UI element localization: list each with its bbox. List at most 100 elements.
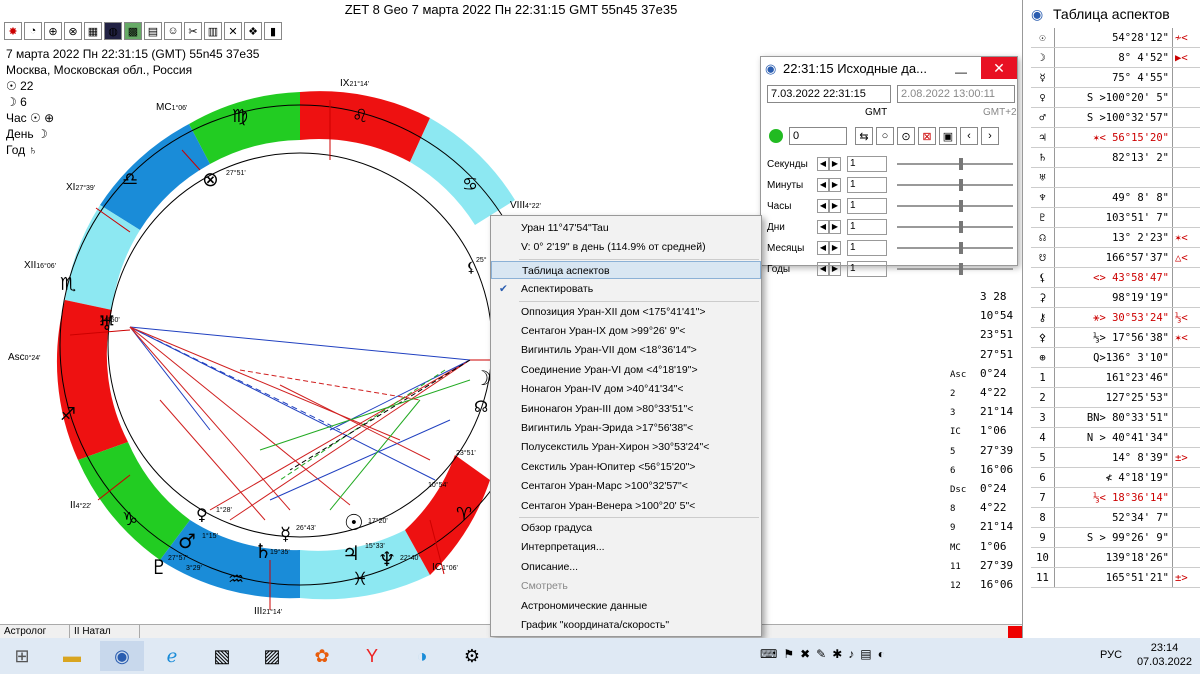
step-counter[interactable]: 0 [789, 127, 847, 145]
step-value-input[interactable]: 1 [847, 177, 887, 193]
table-icon[interactable]: ▤ [144, 22, 162, 40]
chart-icon[interactable]: ◔ [24, 22, 42, 40]
prev-icon[interactable]: ‹ [960, 127, 978, 145]
source-data-window[interactable]: ◉ 22:31:15 Исходные да... — ✕ 7.03.2022 … [760, 56, 1018, 277]
menu-item[interactable]: Секстиль Уран-Юпитер <56°15'20"> [491, 458, 761, 476]
step-slider[interactable] [897, 179, 1013, 191]
step-value-input[interactable]: 1 [847, 156, 887, 172]
slider-knob[interactable] [959, 263, 963, 275]
menu-item[interactable]: Соединение Уран-VI дом <4°18'19"> [491, 361, 761, 379]
aspect-row[interactable]: 6 ≮ 4°18'19" [1031, 468, 1200, 488]
aspect-row[interactable]: ♀ S >100°20' 5" [1031, 88, 1200, 108]
step-right-icon[interactable]: ▶ [829, 157, 841, 171]
aspect-row[interactable]: 9S > 99°26' 9" [1031, 528, 1200, 548]
step-right-icon[interactable]: ▶ [829, 262, 841, 276]
box-icon[interactable]: ⊠ [918, 127, 936, 145]
aspect-row[interactable]: ☉ 54°28'12" ≁< [1031, 28, 1200, 48]
puzzle-icon[interactable]: ❖ [244, 22, 262, 40]
aspect-row[interactable]: 8 52°34' 7" [1031, 508, 1200, 528]
menu-item[interactable]: Обзор градуса [491, 519, 761, 537]
yandex-icon[interactable]: Y [350, 641, 394, 671]
graph-icon[interactable]: ▥ [204, 22, 222, 40]
compare-icon[interactable]: ⊗ [64, 22, 82, 40]
cycle-icon[interactable]: ⇆ [855, 127, 873, 145]
step-value-input[interactable]: 1 [847, 219, 887, 235]
step-value-input[interactable]: 1 [847, 198, 887, 214]
menu-item[interactable]: Вигинтиль Уран-Эрида >17°56'38"< [491, 419, 761, 437]
aspect-row[interactable]: ⚳ 98°19'19" [1031, 288, 1200, 308]
step-right-icon[interactable]: ▶ [829, 199, 841, 213]
media-icon[interactable]: ✿ [300, 641, 344, 671]
menu-item[interactable]: Вигинтиль Уран-VII дом <18°36'14"> [491, 341, 761, 359]
tools-icon[interactable]: ✕ [224, 22, 242, 40]
step-left-icon[interactable]: ◀ [817, 262, 829, 276]
clock[interactable]: 23:14 07.03.2022 [1137, 641, 1192, 669]
step-right-icon[interactable]: ▶ [829, 241, 841, 255]
star-icon[interactable]: ✸ [4, 22, 22, 40]
aspect-row[interactable]: ⚴ ⅓> 17°56'38" ✶< [1031, 328, 1200, 348]
slider-knob[interactable] [959, 242, 963, 254]
aspect-row[interactable]: ⚷ ⚹> 30°53'24" ⅓< [1031, 308, 1200, 328]
aspect-row[interactable]: 2 127°25'53" [1031, 388, 1200, 408]
minimize-button[interactable]: — [955, 60, 969, 84]
step-left-icon[interactable]: ◀ [817, 199, 829, 213]
grid-icon[interactable]: ▦ [84, 22, 102, 40]
menu-item[interactable]: Бинонагон Уран-III дом >80°33'51"< [491, 400, 761, 418]
edge-icon[interactable]: ◑ [400, 641, 444, 671]
next-icon[interactable]: › [981, 127, 999, 145]
step-left-icon[interactable]: ◀ [817, 220, 829, 234]
step-value-input[interactable]: 1 [847, 240, 887, 256]
step-left-icon[interactable]: ◀ [817, 178, 829, 192]
slider-knob[interactable] [959, 221, 963, 233]
menu-item[interactable]: Описание... [491, 558, 761, 576]
aspect-row[interactable]: ⚸ <> 43°58'47" [1031, 268, 1200, 288]
viewer-icon[interactable]: ▨ [250, 641, 294, 671]
aspect-row[interactable]: ⊕ Q>136° 3'10" [1031, 348, 1200, 368]
step-value-input[interactable]: 1 [847, 261, 887, 277]
settings-app-icon[interactable]: ⚙ [450, 641, 494, 671]
go-icon[interactable] [769, 129, 783, 143]
step-slider[interactable] [897, 158, 1013, 170]
aspect-row[interactable]: ☿ 75° 4'55" [1031, 68, 1200, 88]
aspect-row[interactable]: ♄ 82°13' 2" [1031, 148, 1200, 168]
menu-item[interactable]: ✔ Аспектировать [491, 280, 761, 298]
wheel-icon[interactable]: ⊕ [44, 22, 62, 40]
aspect-row[interactable]: 7 ⅓< 18°36'14" [1031, 488, 1200, 508]
slider-knob[interactable] [959, 179, 963, 191]
aspect-row[interactable]: ♆ 49° 8' 8" [1031, 188, 1200, 208]
globe-icon[interactable]: ◍ [104, 22, 122, 40]
menu-item[interactable]: Астрономические данные [491, 597, 761, 615]
aspect-row[interactable]: 4N > 40°41'34" [1031, 428, 1200, 448]
image-app-icon[interactable]: ▧ [200, 641, 244, 671]
aspect-row[interactable]: ♇ 103°51' 7" [1031, 208, 1200, 228]
menu-item[interactable]: Оппозиция Уран-XII дом <175°41'41"> [491, 303, 761, 321]
aspect-row[interactable]: 10 139°18'26" [1031, 548, 1200, 568]
date-field-1[interactable]: 7.03.2022 22:31:15 [767, 85, 891, 103]
explorer-icon[interactable]: ▬ [50, 641, 94, 671]
start-icon[interactable]: ⊞ [0, 641, 44, 671]
date-field-2[interactable]: 2.08.2022 13:00:11 [897, 85, 1015, 103]
step-slider[interactable] [897, 263, 1013, 275]
ie-icon[interactable]: ℯ [150, 641, 194, 671]
aspect-row[interactable]: 5 14° 8'39" ±> [1031, 448, 1200, 468]
target-icon[interactable]: ⊙ [897, 127, 915, 145]
aspect-row[interactable]: ☊ 13° 2'23" ✶< [1031, 228, 1200, 248]
menu-item[interactable]: Нонагон Уран-IV дом >40°41'34"< [491, 380, 761, 398]
slider-knob[interactable] [959, 158, 963, 170]
menu-item[interactable]: Интерпретация... [491, 538, 761, 556]
menu-item[interactable]: Сентагон Уран-IX дом >99°26' 9"< [491, 322, 761, 340]
menu-item[interactable]: Сентагон Уран-Венера >100°20' 5"< [491, 497, 761, 515]
aspect-row[interactable]: ♂ S >100°32'57" [1031, 108, 1200, 128]
aspect-row[interactable]: 3 BN> 80°33'51" [1031, 408, 1200, 428]
menu-item[interactable]: Уран 11°47'54"Tau [491, 219, 761, 237]
menu-item[interactable]: Полусекстиль Уран-Хирон >30°53'24"< [491, 438, 761, 456]
step-slider[interactable] [897, 221, 1013, 233]
aspect-row[interactable]: 11 165°51'21" ±> [1031, 568, 1200, 588]
aspect-row[interactable]: ☋ 166°57'37" △< [1031, 248, 1200, 268]
step-right-icon[interactable]: ▶ [829, 178, 841, 192]
close-button[interactable]: ✕ [981, 57, 1017, 79]
menu-item[interactable]: Таблица аспектов [491, 260, 761, 279]
step-left-icon[interactable]: ◀ [817, 241, 829, 255]
map-icon[interactable]: ▩ [124, 22, 142, 40]
calc-icon[interactable]: ▮ [264, 22, 282, 40]
